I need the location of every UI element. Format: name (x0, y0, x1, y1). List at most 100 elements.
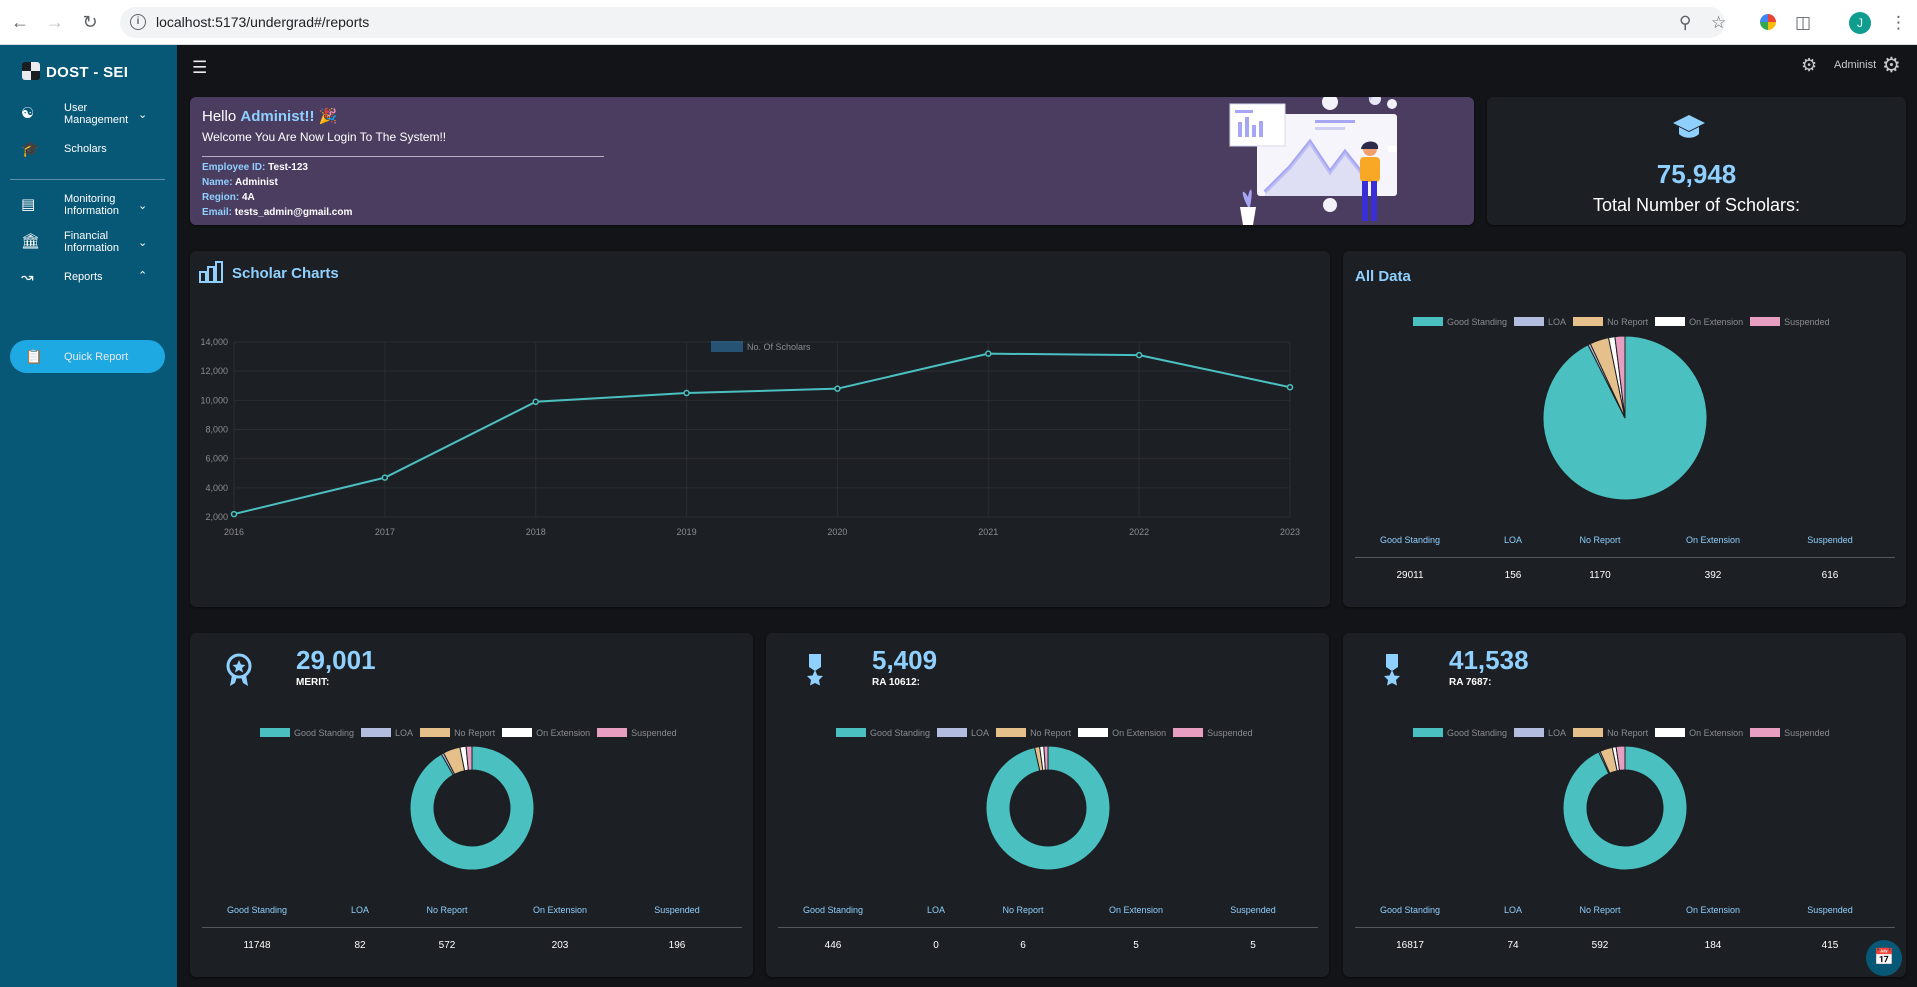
employee-id-row: Employee ID: Test-123 (202, 162, 308, 173)
calendar-button[interactable]: 📅 (1866, 940, 1902, 976)
sidebar-item-financial[interactable]: 🏛 Financial Information ⌄ (0, 227, 177, 257)
sidebar-item-user-management[interactable]: ☯ User Management ⌄ (0, 99, 177, 129)
cell-on-extension: 5 (1133, 940, 1139, 951)
graduation-cap-icon: 🎓 (21, 141, 40, 158)
chevron-down-icon: ⌄ (138, 237, 148, 249)
col-on-extension: On Extension (532, 905, 588, 915)
legend-swatch (711, 341, 743, 352)
welcome-message: Welcome You Are Now Login To The System!… (202, 130, 447, 144)
total-scholars-card: 75,948 Total Number of Scholars: (1487, 97, 1906, 225)
col-suspended: Suspended (1807, 535, 1853, 545)
back-icon[interactable]: ← (10, 12, 30, 32)
col-suspended: Suspended (654, 905, 700, 915)
bookmark-star-icon[interactable]: ☆ (1711, 13, 1726, 33)
sidebar-item-monitoring[interactable]: ▤ Monitoring Information ⌄ (0, 190, 177, 220)
y-tick-label: 8,000 (205, 425, 228, 435)
table-divider (1355, 557, 1895, 558)
browser-menu-icon[interactable]: ⋮ (1890, 13, 1907, 33)
data-point (985, 350, 992, 357)
y-tick-label: 6,000 (205, 454, 228, 464)
settings-icon[interactable]: ⚙ (1801, 55, 1817, 76)
data-point (1135, 351, 1143, 359)
cell-no-report: 6 (1020, 940, 1026, 951)
cell-suspended: 616 (1821, 570, 1839, 581)
data-point (1286, 383, 1294, 391)
cell-no-report: 572 (438, 940, 456, 951)
zoom-icon[interactable]: ⚲ (1679, 13, 1691, 33)
x-tick-label: 2019 (677, 527, 697, 537)
cell-on-extension: 392 (1704, 570, 1722, 581)
col-on-extension: On Extension (1685, 535, 1741, 545)
field-value: Administ (235, 177, 278, 188)
legend-label: No. Of Scholars (747, 342, 811, 352)
sidebar-item-reports[interactable]: ↝ Reports ⌃ (0, 266, 177, 288)
reload-icon[interactable]: ↻ (80, 12, 100, 32)
dost-logo-icon (22, 62, 40, 80)
cell-good-standing: 16817 (1396, 940, 1424, 951)
sidebar-item-quick-report[interactable]: 📋 Quick Report (10, 340, 165, 373)
cell-no-report: 592 (1591, 940, 1609, 951)
brand-name: DOST - SEI (46, 64, 129, 81)
monitor-icon: ▤ (21, 196, 36, 213)
color-extension-icon[interactable] (1760, 14, 1776, 30)
ra7687-card: 41,538 RA 7687: Good Standing LOA No Repor… (1343, 633, 1906, 977)
sidebar-item-scholars[interactable]: 🎓 Scholars (0, 138, 177, 160)
scholar-charts-card: Scholar Charts 2,000 4,000 6,000 8,000 10,00… (190, 251, 1330, 607)
forward-icon[interactable]: → (45, 12, 65, 32)
data-point (532, 398, 539, 406)
brand[interactable]: DOST - SEI (22, 62, 128, 81)
sidebar-item-label: Reports (64, 271, 103, 283)
merit-card: 29,001 MERIT: Good Standing LOA No Report O… (190, 633, 753, 977)
presentation-illustration: ++ (1229, 97, 1397, 225)
field-key: Email: (202, 207, 233, 218)
ra7687-doughnut-chart (1562, 745, 1688, 871)
hamburger-menu-icon[interactable]: ☰ (192, 58, 207, 78)
divider (202, 156, 604, 157)
browser-toolbar: ← → ↻ i localhost:5173/undergrad#/report… (0, 0, 1917, 45)
field-value: tests_admin@gmail.com (234, 207, 353, 218)
data-point (381, 474, 389, 481)
users-icon: ☯ (21, 105, 35, 122)
quick-report-icon: 📋 (25, 348, 43, 364)
top-bar: ☰ ⚙ Administ ⚙ (177, 45, 1917, 91)
x-tick-label: 2020 (827, 527, 847, 537)
col-no-report: No Report (426, 905, 468, 915)
x-tick-label: 2017 (375, 527, 395, 537)
y-tick-label: 10,000 (200, 395, 228, 405)
y-tick-label: 2,000 (205, 512, 228, 522)
col-on-extension: On Extension (1685, 905, 1741, 915)
address-bar[interactable]: i localhost:5173/undergrad#/reports (120, 7, 1725, 38)
greeting: Hello Administ!! 🎉 (202, 107, 337, 125)
y-tick-label: 12,000 (200, 366, 228, 376)
username[interactable]: Administ (1834, 59, 1876, 71)
y-tick-label: 14,000 (200, 337, 228, 347)
col-no-report: No Report (1579, 905, 1621, 915)
user-settings-icon[interactable]: ⚙ (1882, 53, 1901, 78)
data-point (683, 389, 690, 397)
party-icon: 🎉 (318, 108, 338, 125)
data-point (834, 385, 841, 392)
merit-doughnut-chart (409, 745, 535, 871)
graduation-cap-icon (1672, 114, 1706, 147)
col-suspended: Suspended (1230, 905, 1276, 915)
site-info-icon[interactable]: i (130, 14, 146, 30)
chevron-down-icon: ⌄ (138, 200, 148, 212)
cell-good-standing: 11748 (243, 940, 271, 951)
url-text: localhost:5173/undergrad#/reports (156, 14, 370, 30)
greeting-text: Hello (202, 108, 237, 125)
greeting-name: Administ!! (240, 108, 315, 125)
x-tick-label: 2018 (526, 527, 546, 537)
sidebar-item-label: Monitoring Information (64, 193, 120, 217)
ra10612-card: 5,409 RA 10612: Good Standing LOA No Repor… (766, 633, 1329, 977)
table-divider (202, 927, 742, 928)
col-on-extension: On Extension (1108, 905, 1164, 915)
sidebar: DOST - SEI ☯ User Management ⌄ 🎓 Scholar… (0, 45, 177, 987)
email-row: Email: tests_admin@gmail.com (202, 207, 352, 218)
col-good-standing: Good Standing (802, 905, 864, 915)
extensions-puzzle-icon[interactable]: ◫ (1795, 13, 1811, 33)
profile-avatar[interactable]: J (1849, 12, 1871, 34)
bank-icon: 🏛 (21, 233, 41, 250)
cell-suspended: 5 (1250, 940, 1256, 951)
chevron-up-icon: ⌃ (138, 270, 148, 282)
chevron-down-icon: ⌄ (138, 109, 148, 121)
